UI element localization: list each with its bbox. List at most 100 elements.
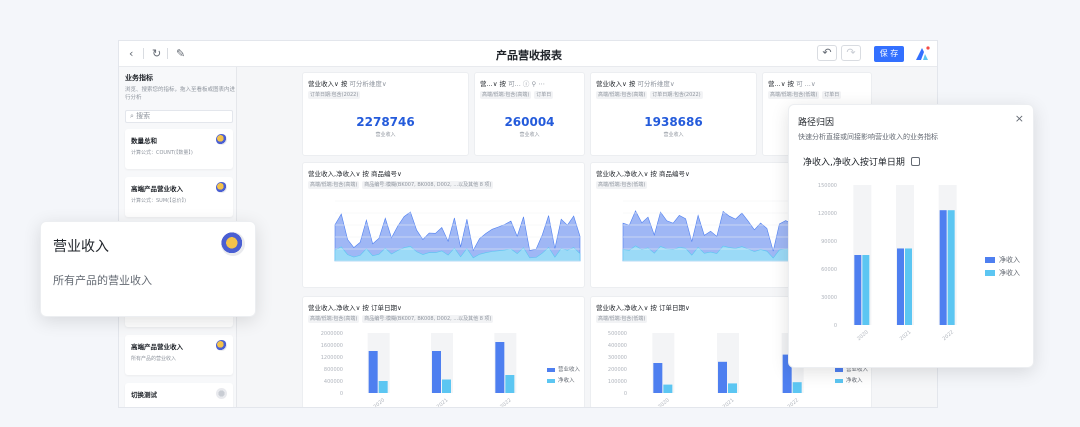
- bar: [862, 255, 870, 325]
- y-tick-label: 120000: [818, 211, 837, 217]
- avatar: [216, 134, 227, 145]
- attribution-bar-chart: 0 30000 60000 90000 120000 150000 2020 2021 2022: [818, 183, 957, 342]
- bar: [495, 342, 505, 393]
- bar: [728, 383, 737, 393]
- x-tick-label: 2022: [787, 397, 801, 408]
- dimension-selector[interactable]: 可...: [508, 80, 521, 88]
- panel-header: 营业收入,净收入∨ 按 订单日期∨: [308, 304, 402, 312]
- hover-card-title: 营业收入: [53, 239, 109, 255]
- search-icon: ⌕: [130, 112, 134, 120]
- save-button[interactable]: 保 存: [874, 46, 904, 62]
- filter-icon[interactable]: ⚲: [531, 80, 536, 88]
- legend-item[interactable]: 营业收入: [547, 365, 580, 373]
- filter-chip[interactable]: 高端/低端:包含(高端): [308, 181, 360, 189]
- y-tick-label: 500000: [608, 331, 627, 337]
- bar: [854, 255, 862, 325]
- legend-item[interactable]: 净收入: [547, 376, 575, 384]
- x-tick-label: 2021: [722, 397, 736, 408]
- filter-bar: 订单日期:包含(2022): [308, 91, 363, 99]
- filter-bar: 高端/低端:包含(低端) 订单日: [768, 91, 844, 99]
- back-icon[interactable]: ‹: [129, 47, 133, 60]
- x-tick-label: 2021: [436, 397, 450, 408]
- bar-chart-panel[interactable]: 营业收入,净收入∨ 按 订单日期∨ 高端/低端:包含(高端) 商品编号:模糊(BK…: [302, 296, 585, 408]
- bar: [792, 382, 802, 393]
- metric-card[interactable]: 高端产品营业收入 所有产品的营业收入: [125, 335, 233, 375]
- bar: [432, 351, 441, 393]
- y-tick-label: 150000: [818, 183, 837, 189]
- metric-card[interactable]: 数量总和 计算公式：COUNT(【数量】): [125, 129, 233, 169]
- kpi-value: 1938686: [644, 115, 703, 129]
- kpi-value: 260004: [504, 115, 555, 129]
- legend-label: 净收入: [999, 256, 1020, 264]
- panel-metric: 营业收入∨ 按: [308, 80, 348, 88]
- export-icon[interactable]: [910, 157, 920, 166]
- more-icon[interactable]: ⋯: [538, 80, 545, 88]
- sidebar-description: 浏览、搜索您的指标，拖入至看板或图表内进行分析: [125, 87, 236, 101]
- panel-header: 营...∨ 按 可 ...∨: [768, 78, 816, 88]
- legend-label: 净收入: [999, 269, 1020, 277]
- bar: [718, 361, 727, 393]
- legend-item[interactable]: 净收入: [985, 255, 1020, 265]
- area-chart-panel[interactable]: 营业收入,净收入∨ 按 商品编号∨ 高端/低端:包含(高端) 商品编号:模糊(BK…: [302, 162, 585, 288]
- filter-chip[interactable]: 订单日: [534, 91, 554, 99]
- page-title: 产品营收报表: [496, 49, 562, 62]
- bar: [939, 210, 947, 325]
- panel-metric: 营...∨ 按: [480, 80, 507, 88]
- x-tick-label: 2022: [499, 397, 513, 408]
- filter-chip[interactable]: 订单日期:包含(2022): [308, 91, 361, 99]
- kpi-label: 营业收入: [663, 132, 684, 138]
- metric-description: 所有产品的营业收入: [131, 356, 177, 362]
- filter-chip[interactable]: 高端/低端:包含(低端): [596, 181, 648, 189]
- chart-subtitle: 净收入,净收入按订单日期: [803, 155, 920, 168]
- dimension-selector[interactable]: 可 ...∨: [796, 80, 816, 88]
- edit-icon[interactable]: ✎: [176, 47, 185, 60]
- x-tick-label: 2021: [899, 329, 913, 342]
- y-tick-label: 800000: [324, 367, 343, 373]
- y-tick-label: 0: [834, 323, 837, 329]
- y-tick-label: 400000: [608, 343, 627, 349]
- y-tick-label: 100000: [608, 379, 627, 385]
- panel-header: 营业收入∨ 按 可分析维度∨: [596, 78, 675, 88]
- chart-title: 净收入,净收入按订单日期: [803, 158, 905, 168]
- y-tick-label: 1200000: [321, 355, 343, 361]
- info-icon[interactable]: ⓘ: [523, 80, 530, 88]
- legend-item[interactable]: 净收入: [835, 376, 863, 384]
- filter-chip[interactable]: 高端/低端:包含(低端): [596, 315, 648, 323]
- kpi-panel[interactable]: 营业收入∨ 按 可分析维度∨ 订单日期:包含(2022) 2278746 营业收…: [302, 72, 469, 156]
- bar: [368, 351, 378, 393]
- filter-chip[interactable]: 高端/低端:包含(高端): [596, 91, 648, 99]
- panel-header: 营业收入∨ 按 可分析维度∨: [308, 78, 387, 88]
- metric-name: 切换测试: [131, 391, 157, 399]
- avatar: [216, 388, 227, 399]
- dimension-selector[interactable]: 可分析维度∨: [637, 80, 674, 88]
- refresh-icon[interactable]: ↻: [152, 47, 161, 60]
- bar: [505, 375, 515, 393]
- filter-bar: 高端/低端:包含(高端) 商品编号:模糊(BK007, BK008, D002, …: [308, 181, 496, 189]
- legend-item[interactable]: 净收入: [985, 268, 1020, 278]
- dimension-selector[interactable]: 可分析维度∨: [349, 80, 386, 88]
- filter-bar: 高端/低端:包含(低端): [596, 181, 650, 189]
- undo-button[interactable]: ↶: [817, 45, 837, 61]
- filter-chip[interactable]: 订单日: [822, 91, 842, 99]
- filter-chip[interactable]: 高端/低端:包含(高端): [480, 91, 532, 99]
- filter-chip[interactable]: 商品编号:模糊(BK007, BK008, D002, ...以及其他 8 项): [362, 181, 494, 189]
- divider: [143, 48, 144, 59]
- metric-card[interactable]: 切换测试: [125, 383, 233, 407]
- filter-chip[interactable]: 商品编号:模糊(BK007, BK008, D002, ...以及其他 8 项): [362, 315, 494, 323]
- kpi-panel[interactable]: 营业收入∨ 按 可分析维度∨ 高端/低端:包含(高端) 订单日期:包含(2022)…: [590, 72, 757, 156]
- close-icon[interactable]: ×: [1015, 112, 1024, 125]
- redo-button[interactable]: ↷: [841, 45, 861, 61]
- kpi-value: 2278746: [356, 115, 415, 129]
- search-placeholder: 搜索: [136, 112, 151, 120]
- filter-chip[interactable]: 订单日期:包含(2022): [650, 91, 703, 99]
- y-tick-label: 300000: [608, 355, 627, 361]
- metric-card[interactable]: 高端产品营业收入 计算公式：SUM(【总价】): [125, 177, 233, 217]
- y-tick-label: 1600000: [321, 343, 343, 349]
- filter-chip[interactable]: 高端/低端:包含(低端): [768, 91, 820, 99]
- avatar: [216, 340, 227, 351]
- avatar: [221, 232, 245, 256]
- filter-chip[interactable]: 高端/低端:包含(高端): [308, 315, 360, 323]
- kpi-panel[interactable]: 营...∨ 按 可... ⓘ ⚲ ⋯ 高端/低端:包含(高端) 订单日 26000…: [474, 72, 585, 156]
- search-input[interactable]: ⌕ 搜索: [125, 110, 233, 123]
- metric-hover-card[interactable]: 营业收入 所有产品的营业收入: [40, 221, 256, 317]
